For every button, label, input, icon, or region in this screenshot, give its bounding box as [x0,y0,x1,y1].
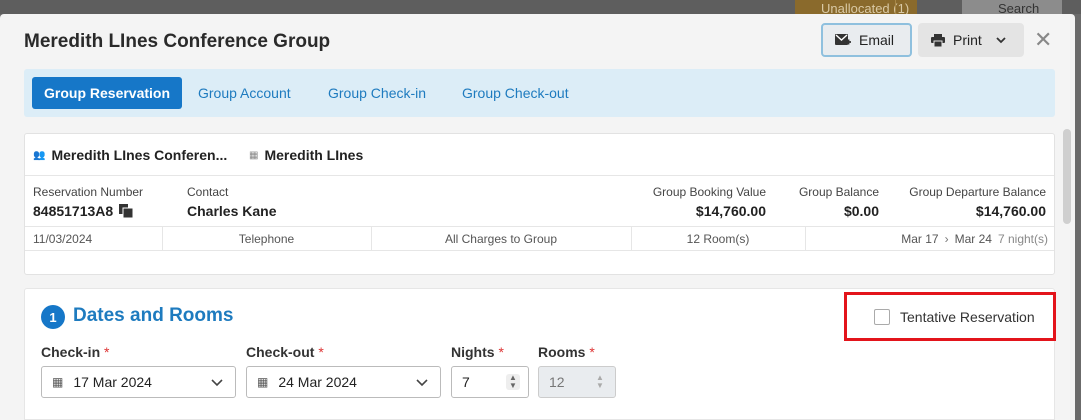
tab-group-check-in[interactable]: Group Check-in [316,77,438,109]
summary-details: Reservation Number 84851713A8 Contact Ch… [25,176,1054,227]
email-icon [835,34,851,45]
checkin-date-select[interactable]: ▦ 17 Mar 2024 [41,366,236,398]
group-name-text: Meredith LInes Conferen... [51,147,228,163]
reservation-number-text: 84851713A8 [33,203,114,219]
background-app-strip [0,0,1081,14]
email-button[interactable]: Email [821,23,912,57]
summary-info-row: 11/03/2024 Telephone All Charges to Grou… [25,227,1054,251]
rooms-label-text: Rooms [538,344,586,360]
chevron-right-icon: › [944,232,949,246]
group-icon: 👥 [33,149,46,161]
group-balance-label: Group Balance [798,185,879,199]
modal-header: Meredith LInes Conference Group Email Pr… [0,14,1075,70]
nights-value: 7 [462,374,470,390]
booking-date: 11/03/2024 [33,232,93,246]
divider [805,227,806,251]
rooms-stepper: 12 ▲ ▼ [538,366,616,398]
rooms-value: 12 [549,374,565,390]
chevron-down-icon[interactable] [895,0,917,14]
tentative-checkbox[interactable] [874,308,890,325]
printer-icon [931,33,945,47]
reservation-number-label: Reservation Number [33,185,144,199]
depart-date: Mar 24 [954,232,992,246]
company-name: ▦ Meredith LInes [249,147,363,163]
room-count: 12 Room(s) [686,232,750,246]
nights-count: 7 night(s) [997,232,1048,246]
tab-group-reservation[interactable]: Group Reservation [32,77,183,109]
email-button-label: Email [859,32,895,48]
calendar-icon: ▦ [257,375,269,389]
checkout-date-select[interactable]: ▦ 24 Mar 2024 [246,366,441,398]
copy-icon[interactable] [119,204,134,218]
search-label: Search [998,1,1040,14]
nights-label-text: Nights [451,344,495,360]
group-modal: Meredith LInes Conference Group Email Pr… [0,14,1075,420]
reservation-number: 84851713A8 [33,203,134,219]
stepper-arrows-icon: ▲ ▼ [596,373,604,390]
tab-group-check-out[interactable]: Group Check-out [450,77,581,109]
tab-group-account[interactable]: Group Account [186,77,303,109]
checkin-label: Check-in * [41,344,109,360]
group-name: 👥 Meredith LInes Conferen... [33,147,227,163]
checkout-value: 24 Mar 2024 [278,374,357,390]
tentative-label: Tentative Reservation [900,308,1035,325]
nights-label: Nights * [451,344,504,360]
departure-balance-label: Group Departure Balance [909,185,1046,199]
checkout-label: Check-out * [246,344,324,360]
page-title: Meredith LInes Conference Group [24,31,331,52]
required-mark: * [318,344,324,360]
chevron-down-icon [416,379,428,387]
billing-mode: All Charges to Group [444,232,558,246]
close-icon[interactable]: ✕ [1034,29,1052,51]
chevron-down-icon [996,36,1006,43]
checkin-label-text: Check-in [41,344,101,360]
checkin-value: 17 Mar 2024 [73,374,152,390]
booking-value: $14,760.00 [695,203,766,219]
group-balance: $0.00 [843,203,879,219]
arrive-date: Mar 17 [901,232,939,246]
departure-balance: $14,760.00 [975,203,1046,219]
company-name-text: Meredith LInes [264,147,364,163]
stay-range: Mar 17 › Mar 24 7 night(s) [901,227,1048,251]
required-mark: * [104,344,110,360]
tab-bar: Group Reservation Group Account Group Ch… [24,69,1055,117]
chevron-down-icon [211,379,223,387]
scrollbar[interactable] [1063,129,1071,224]
rooms-label: Rooms * [538,344,595,360]
reservation-summary-card: 👥 Meredith LInes Conferen... ▦ Meredith … [24,133,1055,275]
print-button[interactable]: Print [918,23,1024,57]
stepper-arrows-icon[interactable]: ▲ ▼ [506,374,520,390]
contact-label: Contact [187,185,229,199]
search-button[interactable]: Search [962,0,1062,14]
required-mark: * [589,344,595,360]
print-button-label: Print [953,32,982,48]
step-number-badge: 1 [41,305,65,329]
section-title: Dates and Rooms [73,305,234,326]
nights-stepper[interactable]: 7 ▲ ▼ [451,366,529,398]
summary-header: 👥 Meredith LInes Conferen... ▦ Meredith … [25,134,1054,176]
building-icon: ▦ [249,149,259,161]
unallocated-button[interactable]: Unallocated (1) [795,0,917,14]
booking-source: Telephone [238,232,295,246]
contact-name: Charles Kane [187,203,277,219]
tentative-reservation-option[interactable]: Tentative Reservation [844,292,1056,341]
required-mark: * [498,344,504,360]
booking-value-label: Group Booking Value [652,185,766,199]
checkout-label-text: Check-out [246,344,315,360]
dates-rooms-section: 1 Dates and Rooms Tentative Reservation … [24,288,1056,420]
calendar-icon: ▦ [52,375,64,389]
